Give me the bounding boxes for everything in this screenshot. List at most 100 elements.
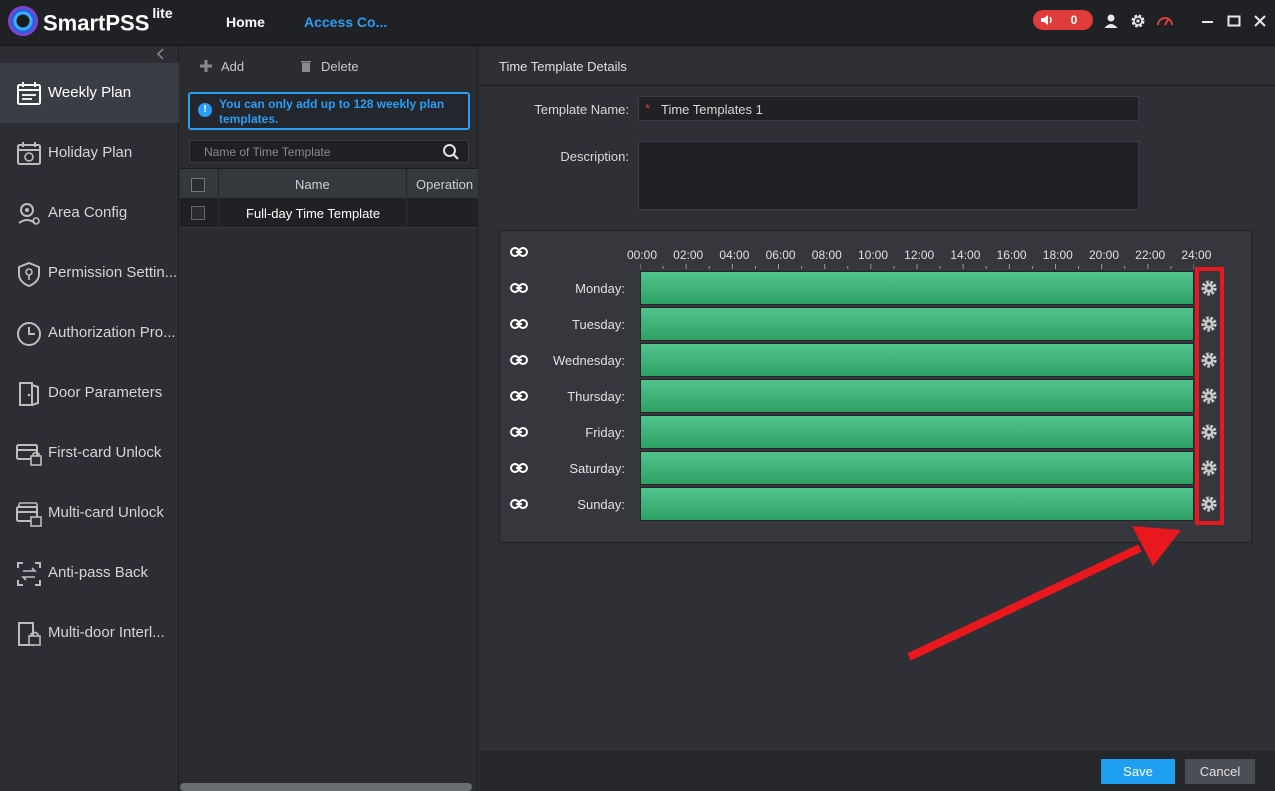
door-icon [19, 382, 39, 406]
sidebar-item-label: Permission Settin... [48, 264, 178, 281]
maximize-icon[interactable] [1225, 12, 1243, 30]
day-schedule-bar[interactable] [640, 415, 1194, 449]
template-name-label: Template Name: [534, 102, 629, 117]
time-tick-label: 12:00 [904, 248, 935, 262]
area-pin-icon [18, 203, 40, 225]
column-header-operation: Operation [416, 177, 474, 192]
top-bar: SmartPSS lite Home Access Co... 0 [0, 0, 1275, 46]
smartpss-logo-icon [8, 6, 38, 36]
search-icon[interactable] [442, 143, 460, 161]
column-header-name: Name [295, 177, 330, 192]
day-label: Saturday: [569, 461, 625, 476]
user-icon[interactable] [1102, 12, 1120, 30]
template-details-panel: Time Template Details Template Name: * T… [480, 46, 1275, 791]
time-tick-label: 06:00 [765, 248, 796, 262]
time-tick-label: 16:00 [996, 248, 1027, 262]
nav-access-control-tab[interactable]: Access Co... [304, 14, 387, 30]
link-day-icon[interactable] [510, 282, 528, 294]
sidebar-item-label: Door Parameters [48, 384, 163, 401]
action-bar: Save Cancel [480, 751, 1275, 791]
day-label: Wednesday: [552, 353, 625, 368]
day-label: Thursday: [567, 389, 625, 404]
template-search-input[interactable]: Name of Time Template [189, 140, 469, 163]
time-tick-label: 24:00 [1181, 248, 1212, 262]
required-mark: * [645, 101, 651, 116]
shield-key-icon [18, 261, 40, 287]
table-row[interactable]: Full-day Time Template [180, 198, 478, 228]
cancel-button[interactable]: Cancel [1185, 759, 1255, 784]
row-checkbox[interactable] [191, 206, 205, 220]
time-tick-label: 02:00 [673, 248, 704, 262]
alarm-count: 0 [1070, 13, 1078, 27]
sidebar-item-door-parameters[interactable]: Door Parameters [0, 363, 179, 423]
sidebar-item-anti-pass-back[interactable]: Anti-pass Back [0, 543, 179, 603]
link-day-icon[interactable] [510, 426, 528, 438]
template-list-panel: Add Delete ! You can only add up to 128 … [180, 46, 478, 791]
time-tick-label: 14:00 [950, 248, 981, 262]
time-axis-ticks [640, 264, 1194, 269]
sidebar-item-label: Weekly Plan [48, 84, 132, 101]
day-label: Friday: [585, 425, 625, 440]
sidebar-item-authorization-progress[interactable]: Authorization Pro... [0, 303, 179, 363]
minimize-icon[interactable] [1199, 12, 1217, 30]
sidebar-item-first-card-unlock[interactable]: First-card Unlock [0, 423, 179, 483]
sidebar-item-label: First-card Unlock [48, 444, 162, 461]
sidebar-item-weekly-plan[interactable]: Weekly Plan [0, 63, 179, 123]
settings-gear-icon[interactable] [1129, 12, 1147, 30]
holiday-calendar-icon [17, 142, 41, 165]
sidebar-item-multi-card-unlock[interactable]: Multi-card Unlock [0, 483, 179, 543]
time-tick-label: 10:00 [857, 248, 889, 262]
alarm-button[interactable]: 0 [1033, 10, 1093, 30]
trash-icon [301, 61, 311, 72]
sidebar-item-area-config[interactable]: Area Config [0, 183, 179, 243]
template-name-value: Time Templates 1 [661, 102, 763, 117]
sidebar-item-label: Multi-door Interl... [48, 624, 165, 641]
card-lock-icon [16, 444, 42, 466]
template-name-cell: Full-day Time Template [246, 206, 381, 221]
details-header: Time Template Details [480, 46, 1275, 86]
day-label: Monday: [575, 281, 625, 296]
calendar-icon [17, 82, 41, 105]
clock-icon [17, 322, 41, 346]
details-title: Time Template Details [499, 59, 627, 74]
sidebar-item-permission-settings[interactable]: Permission Settin... [0, 243, 179, 303]
sidebar: Weekly Plan Holiday Plan Area Config Per… [0, 46, 179, 791]
multi-card-lock-icon [16, 502, 42, 527]
time-tick-label: 08:00 [811, 248, 842, 262]
link-day-icon[interactable] [510, 354, 528, 366]
sidebar-item-holiday-plan[interactable]: Holiday Plan [0, 123, 179, 183]
day-schedule-bar[interactable] [640, 379, 1194, 413]
nav-home-tab[interactable]: Home [226, 14, 265, 30]
sidebar-item-label: Area Config [48, 204, 128, 221]
anti-pass-icon [17, 562, 41, 586]
table-header: Name Operation [180, 168, 478, 199]
weekly-schedule-grid: 00:00 02:00 04:00 06:00 08:00 10:00 12:00 14:00… [499, 230, 1252, 543]
save-button[interactable]: Save [1101, 759, 1175, 784]
day-schedule-bar[interactable] [640, 271, 1194, 305]
day-schedule-bar[interactable] [640, 487, 1194, 521]
app-brand: SmartPSS lite [43, 5, 173, 36]
link-day-icon[interactable] [510, 498, 528, 510]
link-all-icon[interactable] [510, 246, 528, 258]
collapse-sidebar-icon[interactable] [156, 48, 168, 60]
sidebar-item-label: Multi-card Unlock [48, 504, 164, 521]
performance-gauge-icon[interactable] [1156, 12, 1174, 30]
sidebar-item-multi-door-interlock[interactable]: Multi-door Interl... [0, 603, 179, 663]
day-schedule-bar[interactable] [640, 307, 1194, 341]
select-all-checkbox[interactable] [191, 178, 205, 192]
link-day-icon[interactable] [510, 462, 528, 474]
description-label: Description: [560, 149, 629, 164]
description-field[interactable] [638, 141, 1139, 210]
template-name-field[interactable]: * Time Templates 1 [638, 96, 1139, 121]
multi-door-lock-icon [18, 622, 41, 646]
close-icon[interactable] [1251, 12, 1269, 30]
time-tick-label: 04:00 [719, 248, 750, 262]
search-placeholder: Name of Time Template [204, 145, 331, 159]
link-day-icon[interactable] [510, 318, 528, 330]
info-icon: ! [198, 103, 212, 117]
link-day-icon[interactable] [510, 390, 528, 402]
day-label: Sunday: [577, 497, 625, 512]
day-schedule-bar[interactable] [640, 343, 1194, 377]
day-schedule-bar[interactable] [640, 451, 1194, 485]
horizontal-scrollbar[interactable] [180, 783, 472, 791]
